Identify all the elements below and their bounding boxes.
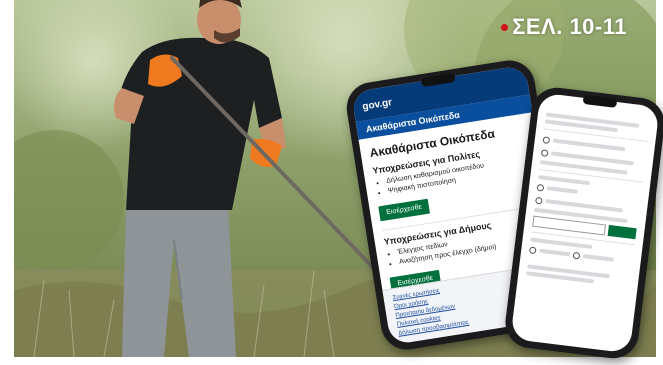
citizens-enter-button[interactable]: Εισέρχεσθε (378, 198, 430, 222)
text-line (582, 254, 615, 262)
form-content (517, 93, 660, 298)
red-dot-icon (501, 23, 509, 31)
radio-icon[interactable] (572, 251, 581, 260)
phone-secondary-screen (510, 92, 660, 354)
radio-icon[interactable] (542, 135, 551, 144)
text-line (546, 186, 579, 194)
gov-logo[interactable]: gov.gr (362, 97, 393, 113)
radio-icon[interactable] (540, 148, 549, 157)
radio-option[interactable] (528, 244, 633, 267)
radio-icon[interactable] (535, 196, 543, 205)
search-button[interactable] (607, 224, 637, 240)
radio-icon[interactable] (528, 245, 537, 254)
page-reference-badge: ΣΕΛ. 10-11 (501, 14, 627, 40)
text-line (539, 248, 571, 257)
page-reference-text: ΣΕΛ. 10-11 (512, 14, 627, 39)
radio-icon[interactable] (536, 183, 545, 192)
